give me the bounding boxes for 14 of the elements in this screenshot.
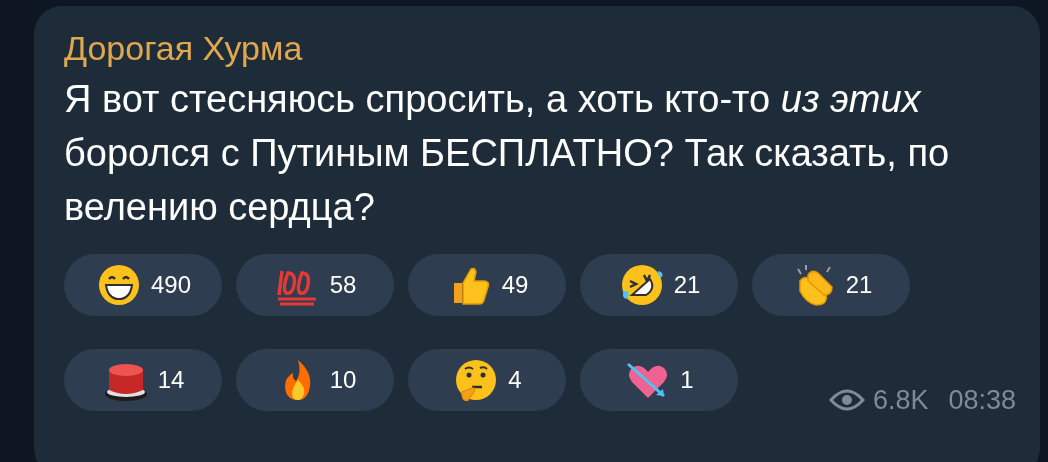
message-time: 08:38 <box>948 384 1016 417</box>
view-count: 6.8K <box>872 384 929 417</box>
reaction-pill[interactable]: 58 <box>236 254 394 316</box>
reaction-pill[interactable]: 49 <box>408 254 566 316</box>
reaction-pill[interactable]: 490 <box>64 254 222 316</box>
eye-icon <box>828 389 865 412</box>
message-text: Я вот стесняюсь спросить, а хоть кто-то из этих боролся с Путиным БЕСПЛАТНО? Так сказать, по велению сердца? <box>64 77 951 230</box>
author-name: Дорогая Хурма <box>64 28 304 68</box>
reaction-pill[interactable]: 10 <box>236 349 394 412</box>
reaction-pill[interactable]: 21 <box>752 254 910 316</box>
reaction-pill[interactable]: 14 <box>64 349 222 412</box>
reaction-pill[interactable]: 21 <box>580 254 738 316</box>
reaction-pill[interactable]: 1 <box>580 349 738 412</box>
reaction-pill[interactable]: 4 <box>408 349 566 412</box>
